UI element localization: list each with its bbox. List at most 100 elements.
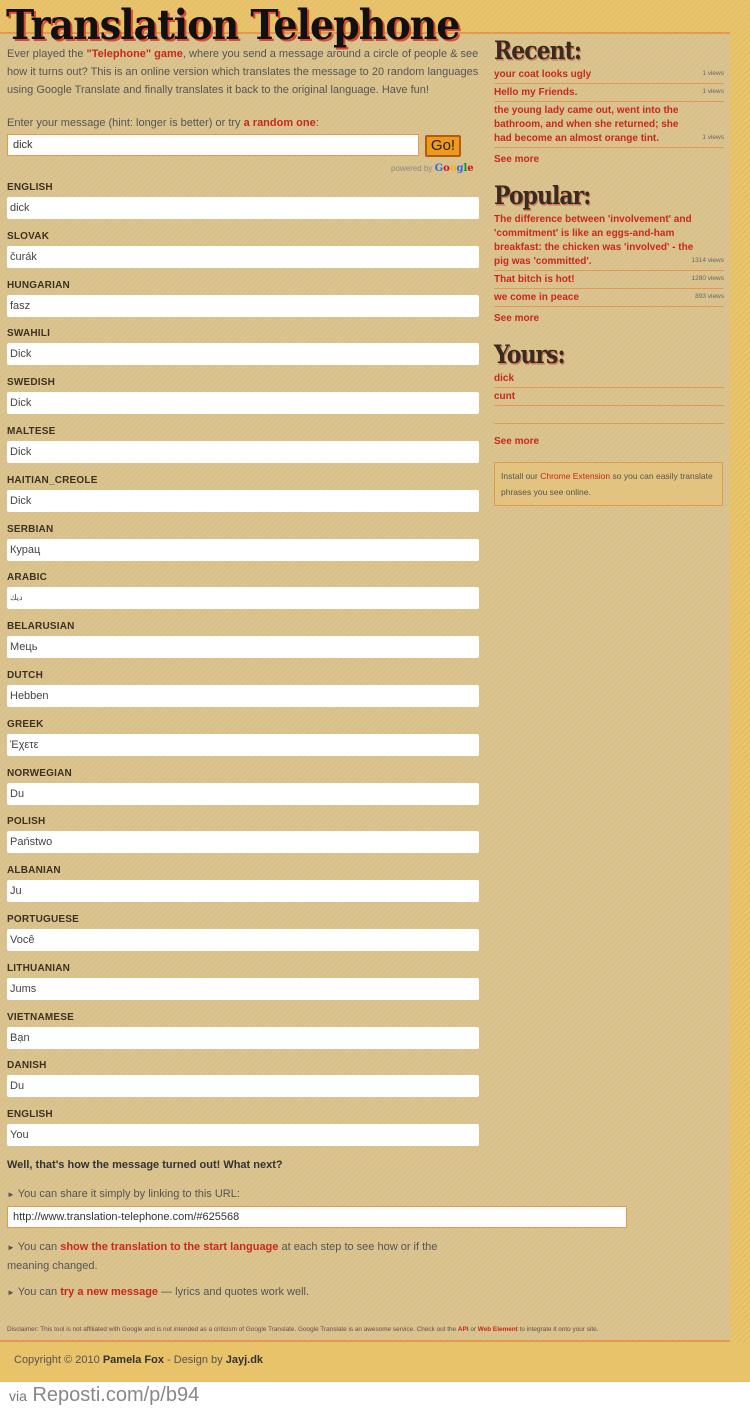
yours-item[interactable]: cunt (494, 388, 724, 406)
design-by-text: - Design by (167, 1354, 226, 1366)
recent-item-link[interactable]: Hello my Friends. (494, 86, 699, 100)
designer-link[interactable]: Jayj.dk (226, 1354, 263, 1366)
translation-step: BELARUSIAN Мець (7, 621, 479, 670)
translation-output[interactable]: čurák (7, 245, 479, 268)
translation-step: HUNGARIAN fasz (7, 280, 479, 329)
chrome-extension-link[interactable]: Chrome Extension (540, 471, 610, 481)
site-title[interactable]: Translation Telephone (6, 0, 460, 50)
translation-output[interactable]: Dick (7, 440, 479, 463)
yours-item[interactable]: dick (494, 370, 724, 388)
google-logo: Google (434, 163, 474, 174)
web-element-link[interactable]: Web Element (478, 1326, 518, 1333)
try-new-message-link[interactable]: try a new message (60, 1286, 158, 1298)
message-prompt: Enter your message (hint: longer is bett… (7, 117, 319, 129)
translation-step: LITHUANIAN Jums (7, 963, 479, 1012)
translation-step: DUTCH Hebben (7, 670, 479, 719)
translation-output[interactable]: Państwo (7, 831, 479, 854)
language-label: MALTESE (7, 425, 56, 437)
recent-item[interactable]: Hello my Friends. 1 views (494, 84, 724, 102)
try-prefix: You can (17, 1286, 61, 1298)
recent-item[interactable]: the young lady came out, went into the b… (494, 102, 724, 148)
translation-output[interactable]: Курац (7, 538, 479, 561)
language-label: HAITIAN_CREOLE (7, 474, 98, 486)
language-label: LITHUANIAN (7, 962, 71, 974)
translation-output[interactable]: You (7, 1124, 479, 1147)
intro-part1: Ever played the (7, 48, 87, 60)
popular-item[interactable]: That bitch is hot! 1280 views (494, 271, 724, 289)
translation-output[interactable]: Мець (7, 636, 479, 659)
recent-item-link[interactable]: the young lady came out, went into the b… (494, 104, 699, 146)
translation-step: PORTUGUESE Você (7, 914, 479, 963)
translation-output[interactable]: Dick (7, 489, 479, 512)
language-label: SLOVAK (7, 230, 50, 242)
translation-step: VIETNAMESE Bạn (7, 1012, 479, 1061)
translation-output[interactable]: Dick (7, 392, 479, 415)
recent-heading: Recent: (494, 36, 582, 66)
language-label: POLISH (7, 816, 46, 828)
language-label: ARABIC (7, 572, 48, 584)
popular-item-link[interactable]: That bitch is hot! (494, 273, 699, 287)
view-count: 893 views (695, 293, 724, 300)
view-count: 1314 views (691, 257, 724, 264)
watermark: via Reposti.com/p/b94 (0, 1382, 750, 1409)
view-count: 1280 views (691, 275, 724, 282)
translation-output[interactable]: Jums (7, 977, 479, 1000)
telephone-game-link[interactable]: "Telephone" game (87, 48, 183, 60)
popular-item[interactable]: we come in peace 893 views (494, 289, 724, 307)
translation-output[interactable]: Ju (7, 880, 479, 903)
language-label: SWAHILI (7, 328, 51, 340)
recent-item[interactable]: your coat looks ugly 1 views (494, 66, 724, 84)
show-translation-link[interactable]: show the translation to the start langua… (60, 1241, 278, 1253)
api-link[interactable]: API (458, 1326, 469, 1333)
prompt-suffix: : (315, 117, 319, 129)
view-count: 1 views (702, 134, 724, 141)
language-label: ENGLISH (7, 1109, 53, 1121)
translation-output[interactable]: Bạn (7, 1026, 479, 1049)
translation-output[interactable]: Você (7, 928, 479, 951)
disclaimer-suffix: to integrate it onto your site. (517, 1326, 599, 1333)
disclaimer: Disclaimer: This tool is not affiliated … (7, 1326, 598, 1333)
share-url-input[interactable] (7, 1206, 627, 1228)
translation-output[interactable]: Dick (7, 343, 479, 366)
right-band (730, 33, 750, 1343)
translation-output[interactable]: dick (7, 197, 479, 219)
translation-output[interactable]: ديك (7, 587, 479, 610)
popular-item-link[interactable]: we come in peace (494, 291, 699, 305)
recent-item-link[interactable]: your coat looks ugly (494, 68, 699, 82)
watermark-site: Reposti.com/p/b94 (32, 1384, 200, 1406)
disclaimer-or: or (468, 1326, 478, 1333)
share-label: You can share it simply by linking to th… (17, 1188, 240, 1200)
popular-see-more-link[interactable]: See more (494, 313, 724, 324)
translation-output[interactable]: fasz (7, 294, 479, 317)
go-button[interactable]: Go! (425, 135, 461, 157)
random-message-link[interactable]: a random one (244, 117, 316, 129)
yours-list: dick cunt (494, 370, 724, 406)
translation-step: SERBIAN Курац (7, 524, 479, 573)
try-suffix: — lyrics and quotes work well. (158, 1286, 310, 1298)
translation-step: ENGLISH dick (7, 182, 479, 231)
view-count: 1 views (702, 88, 724, 95)
yours-see-more-link[interactable]: See more (494, 436, 724, 447)
translation-step: NORWEGIAN Du (7, 768, 479, 817)
sidebar: Recent: your coat looks ugly 1 views Hello… (494, 36, 724, 506)
popular-item[interactable]: The difference between 'involvement' and… (494, 211, 724, 271)
translation-step: SWAHILI Dick (7, 328, 479, 377)
translation-chain: ENGLISH dick SLOVAK čurák HUNGARIAN fasz SWAHI… (7, 182, 479, 1158)
author-link[interactable]: Pamela Fox (103, 1354, 164, 1366)
yours-item-link[interactable]: cunt (494, 390, 699, 404)
recent-see-more-link[interactable]: See more (494, 154, 724, 165)
yours-item-link[interactable]: dick (494, 372, 699, 386)
translation-step: DANISH Du (7, 1060, 479, 1109)
bullet-arrow-icon: ► (7, 1288, 15, 1297)
popular-item-link[interactable]: The difference between 'involvement' and… (494, 213, 699, 269)
bullet-arrow-icon: ► (7, 1243, 15, 1252)
show-translation-text: ► You can show the translation to the st… (7, 1238, 447, 1275)
message-input[interactable] (7, 134, 419, 156)
translation-output[interactable]: Έχετε (7, 733, 479, 756)
footer: Copyright © 2010 Pamela Fox - Design by … (14, 1354, 263, 1366)
translation-step: ENGLISH You (7, 1109, 479, 1158)
chrome-prefix: Install our (501, 471, 541, 481)
translation-output[interactable]: Du (7, 782, 479, 805)
translation-output[interactable]: Hebben (7, 684, 479, 707)
translation-output[interactable]: Du (7, 1075, 479, 1098)
